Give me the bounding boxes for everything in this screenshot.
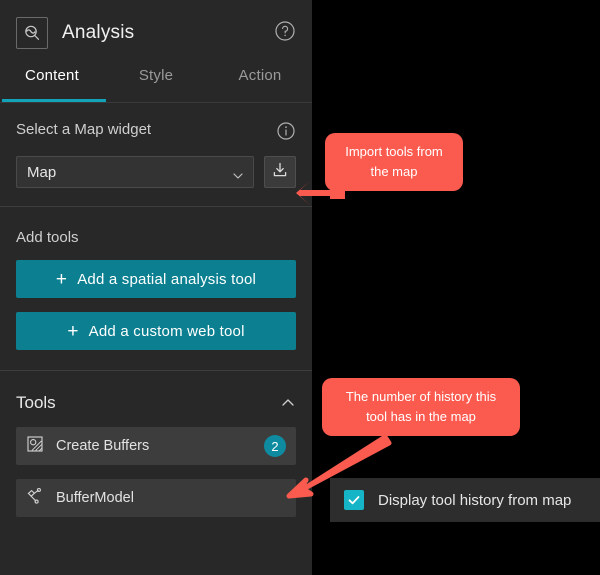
tools-section: Tools Create Buffers 2 BufferModel	[0, 371, 312, 517]
add-spatial-analysis-tool-button[interactable]: + Add a spatial analysis tool	[16, 260, 296, 298]
tab-content[interactable]: Content	[0, 65, 104, 84]
analysis-icon	[16, 16, 48, 49]
screenshot-root: Analysis Content Style Action Select a M…	[0, 0, 600, 575]
panel-header: Analysis	[0, 0, 312, 65]
add-spatial-analysis-tool-label: Add a spatial analysis tool	[77, 270, 257, 288]
buffer-icon	[26, 435, 44, 458]
tools-header: Tools	[16, 393, 296, 413]
display-tool-history-panel: Display tool history from map	[330, 478, 600, 522]
map-widget-select[interactable]: Map	[16, 156, 254, 188]
chevron-up-icon[interactable]	[280, 395, 296, 411]
model-icon	[26, 487, 44, 510]
page-title: Analysis	[62, 21, 135, 43]
plus-icon: +	[55, 268, 68, 290]
display-tool-history-label: Display tool history from map	[378, 491, 572, 509]
display-tool-history-checkbox[interactable]	[344, 490, 364, 510]
callout-history-count: The number of history this tool has in t…	[322, 378, 520, 436]
map-widget-select-row: Map	[16, 156, 296, 188]
add-custom-web-tool-button[interactable]: + Add a custom web tool	[16, 312, 296, 350]
callout-import-tools: Import tools from the map	[325, 133, 463, 191]
import-tools-button[interactable]	[264, 156, 296, 188]
tool-row[interactable]: Create Buffers 2	[16, 427, 296, 465]
chevron-down-icon	[233, 168, 243, 179]
tool-row[interactable]: BufferModel	[16, 479, 296, 517]
add-tools-label: Add tools	[16, 229, 79, 246]
tab-action[interactable]: Action	[208, 65, 312, 84]
tool-name: BufferModel	[56, 490, 134, 506]
info-circle-icon[interactable]	[276, 121, 296, 141]
tab-style[interactable]: Style	[104, 65, 208, 84]
panel-tabs: Content Style Action	[0, 65, 312, 103]
help-circle-icon[interactable]	[274, 20, 296, 42]
status-badge: 2	[264, 435, 286, 457]
analysis-widget-panel: Analysis Content Style Action Select a M…	[0, 0, 312, 575]
plus-icon: +	[67, 320, 79, 342]
active-tab-indicator	[2, 99, 106, 102]
add-tools-section: Add tools + Add a spatial analysis tool …	[0, 207, 312, 370]
tool-name: Create Buffers	[56, 438, 150, 454]
map-widget-section: Select a Map widget Map	[0, 103, 312, 206]
map-widget-label: Select a Map widget	[16, 121, 152, 138]
add-custom-web-tool-label: Add a custom web tool	[88, 322, 245, 340]
download-icon	[271, 161, 289, 184]
tools-title: Tools	[16, 393, 56, 412]
map-widget-select-value: Map	[27, 163, 57, 181]
